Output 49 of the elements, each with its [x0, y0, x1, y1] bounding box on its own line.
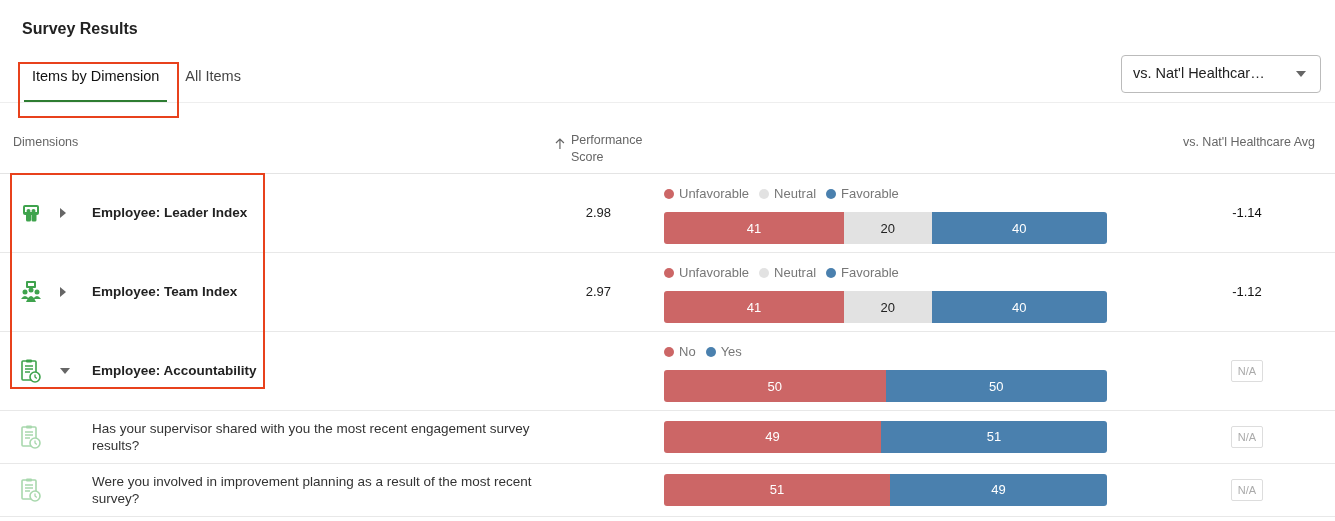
presenter-board-icon — [22, 203, 40, 222]
question-text: Were you involved in improvement planning as a result of the most recent survey? — [92, 472, 532, 507]
legend-label: Unfavorable — [679, 184, 750, 203]
caret-down-icon[interactable] — [60, 367, 70, 374]
bar-segment: 51 — [881, 420, 1107, 453]
bar-segment: 20 — [843, 212, 932, 245]
legend-label: No — [679, 342, 696, 361]
group-icon — [21, 280, 41, 303]
column-header[interactable]: Performance Score — [570, 131, 650, 166]
legend-label: Unfavorable — [679, 263, 750, 282]
bar-segment: 40 — [931, 212, 1107, 245]
dimension-name: Employee: Team Index — [92, 282, 238, 301]
legend-label: Favorable — [841, 263, 899, 282]
na-badge: N/A — [1230, 359, 1264, 382]
legend-label: Yes — [720, 342, 742, 361]
caret-right-icon[interactable] — [60, 286, 66, 297]
bar-segment: 50 — [885, 370, 1107, 403]
tab[interactable]: All Items — [177, 58, 249, 102]
question-text: Has your supervisor shared with you the most recent engagement survey results? — [92, 419, 531, 454]
bar-segment: 50 — [664, 370, 886, 403]
legend-label: Neutral — [774, 263, 817, 282]
clipboard-clock-icon — [21, 424, 41, 449]
clipboard-clock-icon — [21, 358, 41, 383]
score-value: 2.97 — [585, 283, 611, 301]
column-header: Dimensions — [12, 133, 80, 151]
bar-segment: 51 — [664, 473, 890, 506]
legend-label: Neutral — [774, 184, 817, 203]
sort-arrow-icon[interactable] — [555, 137, 565, 149]
na-badge: N/A — [1230, 425, 1264, 448]
bar-segment: 40 — [931, 291, 1107, 324]
caret-icon — [1296, 71, 1306, 77]
bar-segment: 49 — [664, 420, 882, 453]
caret-right-icon[interactable] — [60, 207, 66, 218]
bar-segment: 41 — [664, 291, 844, 324]
bar-segment: 41 — [664, 212, 844, 245]
tab[interactable]: Items by Dimension — [24, 58, 168, 102]
clipboard-clock-icon — [21, 477, 41, 502]
page-title: Survey Results — [21, 19, 139, 39]
column-header: vs. Nat'l Healthcare Avg — [1181, 133, 1316, 151]
bar-segment: 20 — [843, 291, 932, 324]
comparison-value: -1.12 — [1232, 283, 1262, 301]
score-value: 2.98 — [585, 204, 611, 222]
bar-segment: 49 — [889, 473, 1107, 506]
dimension-name: Employee: Leader Index — [92, 203, 248, 222]
comparison-dropdown[interactable]: vs. Nat'l Healthcar… — [1121, 55, 1321, 93]
na-badge: N/A — [1230, 478, 1264, 501]
dimension-name: Employee: Accountability — [92, 361, 257, 380]
legend-label: Favorable — [841, 184, 899, 203]
comparison-value: -1.14 — [1232, 204, 1262, 222]
